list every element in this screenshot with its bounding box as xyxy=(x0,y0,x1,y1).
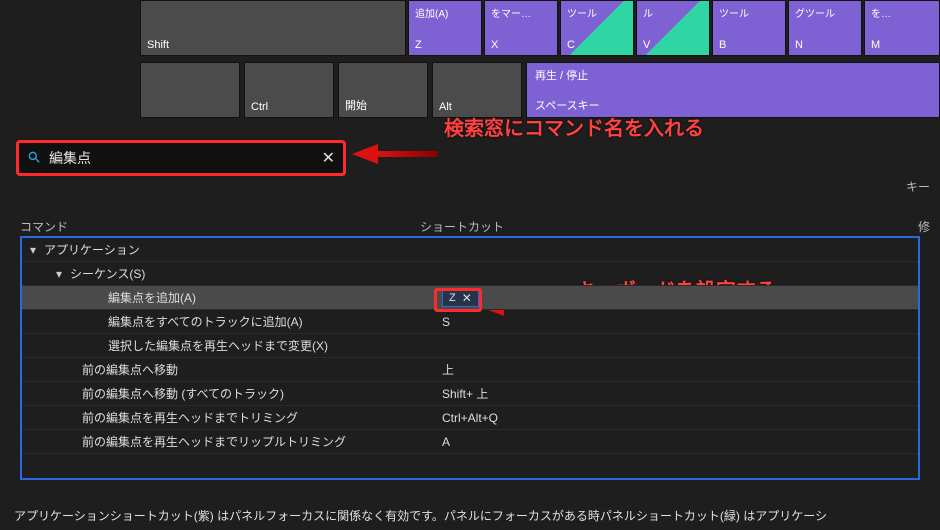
key-c[interactable]: ツール C xyxy=(560,0,634,56)
key-z[interactable]: 追加(A) Z xyxy=(408,0,482,56)
key-v[interactable]: ル V xyxy=(636,0,710,56)
highlight-box xyxy=(434,288,482,312)
key-m[interactable]: を… M xyxy=(864,0,940,56)
col-shortcut: ショートカット xyxy=(420,218,910,235)
chevron-down-icon: ▾ xyxy=(30,243,44,257)
key-shift[interactable]: Shift xyxy=(140,0,406,56)
column-headers: コマンド ショートカット 修 xyxy=(20,218,930,235)
table-row[interactable]: 前の編集点へ移動 上 xyxy=(22,358,918,382)
tree-group[interactable]: ▾ シーケンス(S) xyxy=(22,262,918,286)
arrow-icon xyxy=(352,144,378,164)
key-label: Shift xyxy=(147,39,169,51)
table-row[interactable]: 前の編集点を再生ヘッドまでリップルトリミング A xyxy=(22,430,918,454)
clear-search-icon[interactable]: ✕ xyxy=(322,148,335,168)
footer-text: アプリケーションショートカット(紫) はパネルフォーカスに関係なく有効です。パネ… xyxy=(0,507,940,524)
search-box: ✕ xyxy=(16,140,346,176)
search-input[interactable] xyxy=(49,150,314,166)
col-modifier: 修 xyxy=(910,218,930,235)
table-row[interactable]: 前の編集点へ移動 (すべてのトラック) Shift+ 上 xyxy=(22,382,918,406)
key-x[interactable]: をマー… X xyxy=(484,0,558,56)
tree-root[interactable]: ▾ アプリケーション xyxy=(22,238,918,262)
annotation-search-hint: 検索窓にコマンド名を入れる xyxy=(444,112,704,141)
right-header-label: キー xyxy=(906,178,930,195)
keyboard-area: Shift 追加(A) Z をマー… X ツール C ル V ツール B グツー… xyxy=(0,0,940,130)
table-row[interactable]: 選択した編集点を再生ヘッドまで変更(X) xyxy=(22,334,918,358)
command-tree: ▾ アプリケーション ▾ シーケンス(S) 編集点を追加(A) Z ✕ 編集点を… xyxy=(20,236,920,480)
col-command: コマンド xyxy=(20,218,420,235)
key-spacebar[interactable]: 再生 / 停止 スペースキー xyxy=(526,62,940,118)
search-icon xyxy=(27,150,41,167)
key-ctrl[interactable]: Ctrl xyxy=(244,62,334,118)
table-row[interactable]: 前の編集点を再生ヘッドまでトリミング Ctrl+Alt+Q xyxy=(22,406,918,430)
key-b[interactable]: ツール B xyxy=(712,0,786,56)
table-row[interactable]: 編集点をすべてのトラックに追加(A) S xyxy=(22,310,918,334)
key-n[interactable]: グツール N xyxy=(788,0,862,56)
key-blank[interactable] xyxy=(140,62,240,118)
key-alt[interactable]: Alt xyxy=(432,62,522,118)
chevron-down-icon: ▾ xyxy=(56,267,70,281)
key-start[interactable]: 開始 xyxy=(338,62,428,118)
